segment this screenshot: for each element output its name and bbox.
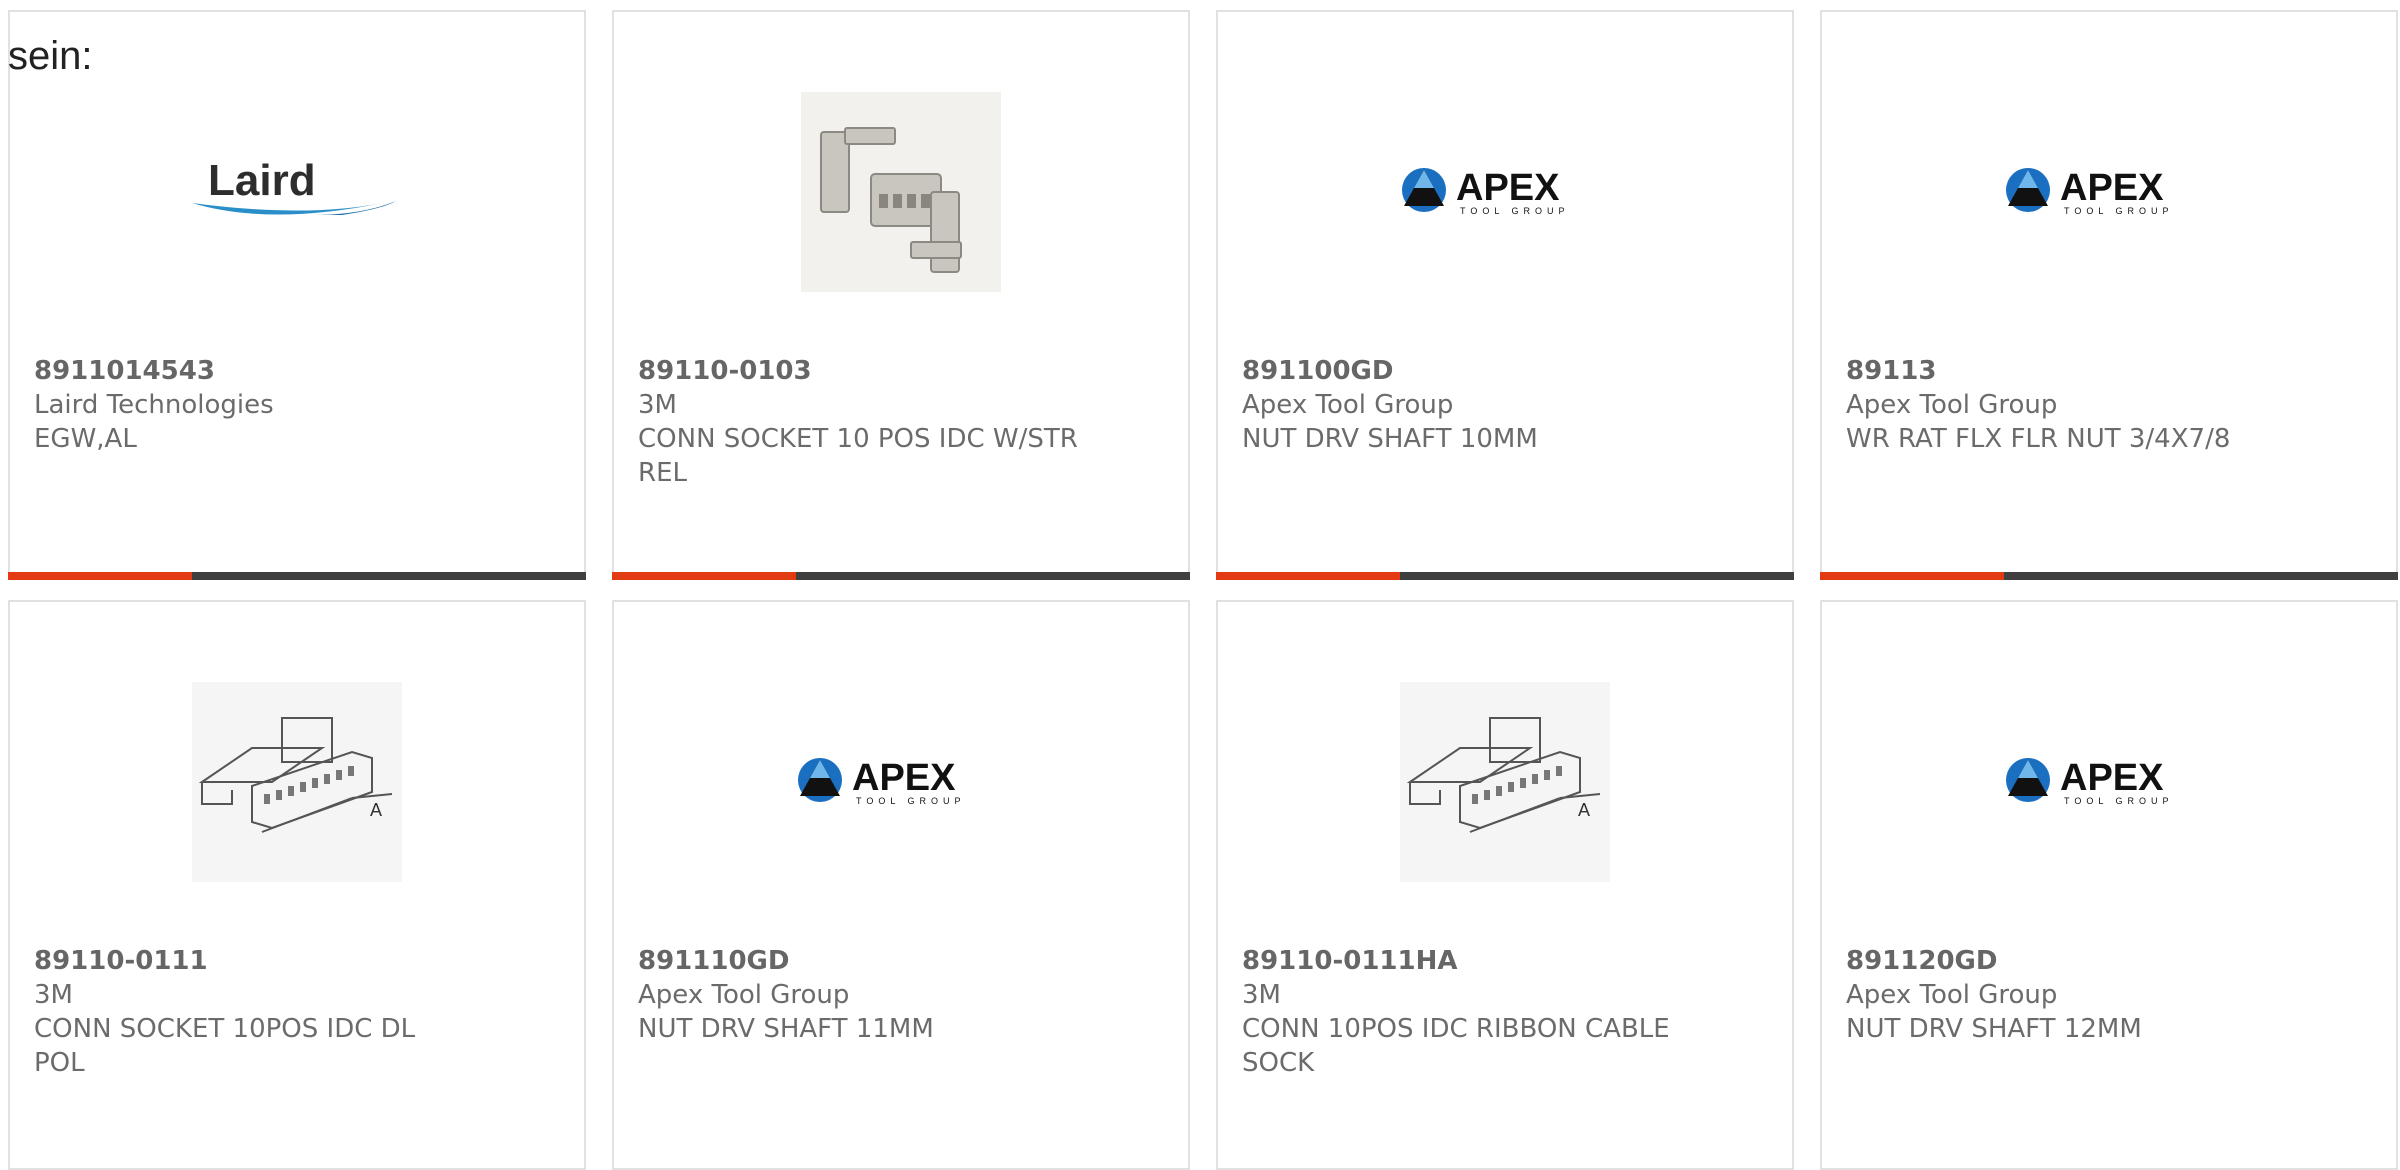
- product-image: APEX TOOL GROUP: [614, 662, 1188, 902]
- product-card[interactable]: Laird 8911014543 Laird Technologies EGW,…: [8, 10, 586, 580]
- apex-logo: APEX TOOL GROUP: [2006, 167, 2174, 216]
- product-card[interactable]: A 89110-0111HA 3M CONN 10POS IDC RIBBON …: [1216, 600, 1794, 1170]
- apex-logo-subtext: TOOL GROUP: [856, 796, 966, 806]
- card-bottom-bar: [612, 572, 1190, 580]
- manufacturer: 3M: [1242, 980, 1281, 1010]
- description: NUT DRV SHAFT 10MM: [1242, 424, 1538, 454]
- product-info: 891110GD Apex Tool Group NUT DRV SHAFT 1…: [638, 944, 1078, 1046]
- manufacturer: 3M: [34, 980, 73, 1010]
- product-card[interactable]: APEX TOOL GROUP 891110GD Apex Tool Group…: [612, 600, 1190, 1170]
- description: CONN SOCKET 10 POS IDC W/STR REL: [638, 424, 1078, 488]
- drawing-label: A: [1578, 800, 1590, 820]
- product-image: APEX TOOL GROUP: [1822, 72, 2396, 312]
- product-card[interactable]: APEX TOOL GROUP 891120GD Apex Tool Group…: [1820, 600, 2398, 1170]
- manufacturer: Apex Tool Group: [1846, 980, 2058, 1010]
- product-info: 891120GD Apex Tool Group NUT DRV SHAFT 1…: [1846, 944, 2286, 1046]
- apex-logo: APEX TOOL GROUP: [798, 757, 966, 806]
- part-number[interactable]: 8911014543: [34, 354, 474, 388]
- product-image: APEX TOOL GROUP: [1218, 72, 1792, 312]
- connector-drawing: A: [1400, 682, 1610, 882]
- product-card[interactable]: APEX TOOL GROUP 89113 Apex Tool Group WR…: [1820, 10, 2398, 580]
- laird-logo: Laird: [192, 157, 396, 215]
- part-number[interactable]: 891110GD: [638, 944, 1078, 978]
- part-number[interactable]: 891120GD: [1846, 944, 2286, 978]
- product-image: A: [1218, 662, 1792, 902]
- product-info: 89110-0111 3M CONN SOCKET 10POS IDC DL P…: [34, 944, 474, 1080]
- drawing-label: A: [370, 800, 382, 820]
- manufacturer: Apex Tool Group: [638, 980, 850, 1010]
- part-number[interactable]: 89110-0103: [638, 354, 1078, 388]
- laird-logo-text: Laird: [208, 157, 316, 205]
- manufacturer: Apex Tool Group: [1846, 390, 2058, 420]
- apex-logo-text: APEX: [2060, 757, 2164, 799]
- product-info: 8911014543 Laird Technologies EGW,AL: [34, 354, 474, 456]
- part-number[interactable]: 89110-0111: [34, 944, 474, 978]
- connector-socket-photo: [801, 92, 1001, 292]
- card-bottom-bar: [8, 572, 586, 580]
- description: CONN SOCKET 10POS IDC DL POL: [34, 1014, 416, 1078]
- apex-logo: APEX TOOL GROUP: [1402, 167, 1570, 216]
- apex-logo-subtext: TOOL GROUP: [2064, 796, 2174, 806]
- description: NUT DRV SHAFT 11MM: [638, 1014, 934, 1044]
- apex-logo-text: APEX: [852, 757, 956, 799]
- manufacturer: Apex Tool Group: [1242, 390, 1454, 420]
- manufacturer: Laird Technologies: [34, 390, 274, 420]
- product-info: 89113 Apex Tool Group WR RAT FLX FLR NUT…: [1846, 354, 2286, 456]
- apex-logo-subtext: TOOL GROUP: [1460, 206, 1570, 216]
- apex-logo-subtext: TOOL GROUP: [2064, 206, 2174, 216]
- description: CONN 10POS IDC RIBBON CABLE SOCK: [1242, 1014, 1670, 1078]
- product-image: A: [10, 662, 584, 902]
- description: NUT DRV SHAFT 12MM: [1846, 1014, 2142, 1044]
- card-bottom-bar: [1820, 572, 2398, 580]
- description: EGW,AL: [34, 424, 137, 454]
- manufacturer: 3M: [638, 390, 677, 420]
- product-info: 89110-0103 3M CONN SOCKET 10 POS IDC W/S…: [638, 354, 1078, 490]
- product-image: [614, 72, 1188, 312]
- product-card[interactable]: 89110-0103 3M CONN SOCKET 10 POS IDC W/S…: [612, 10, 1190, 580]
- part-number[interactable]: 89113: [1846, 354, 2286, 388]
- connector-drawing: A: [192, 682, 402, 882]
- product-card[interactable]: APEX TOOL GROUP 891100GD Apex Tool Group…: [1216, 10, 1794, 580]
- product-card[interactable]: A 89110-0111 3M CONN SOCKET 10POS IDC DL…: [8, 600, 586, 1170]
- intro-text: sein:: [8, 34, 93, 78]
- card-bottom-bar: [1216, 572, 1794, 580]
- part-number[interactable]: 89110-0111HA: [1242, 944, 1682, 978]
- product-info: 89110-0111HA 3M CONN 10POS IDC RIBBON CA…: [1242, 944, 1682, 1080]
- apex-logo: APEX TOOL GROUP: [2006, 757, 2174, 806]
- product-image: Laird: [10, 72, 584, 312]
- part-number[interactable]: 891100GD: [1242, 354, 1682, 388]
- apex-logo-text: APEX: [2060, 167, 2164, 209]
- description: WR RAT FLX FLR NUT 3/4X7/8: [1846, 424, 2231, 454]
- product-image: APEX TOOL GROUP: [1822, 662, 2396, 902]
- product-info: 891100GD Apex Tool Group NUT DRV SHAFT 1…: [1242, 354, 1682, 456]
- apex-logo-text: APEX: [1456, 167, 1560, 209]
